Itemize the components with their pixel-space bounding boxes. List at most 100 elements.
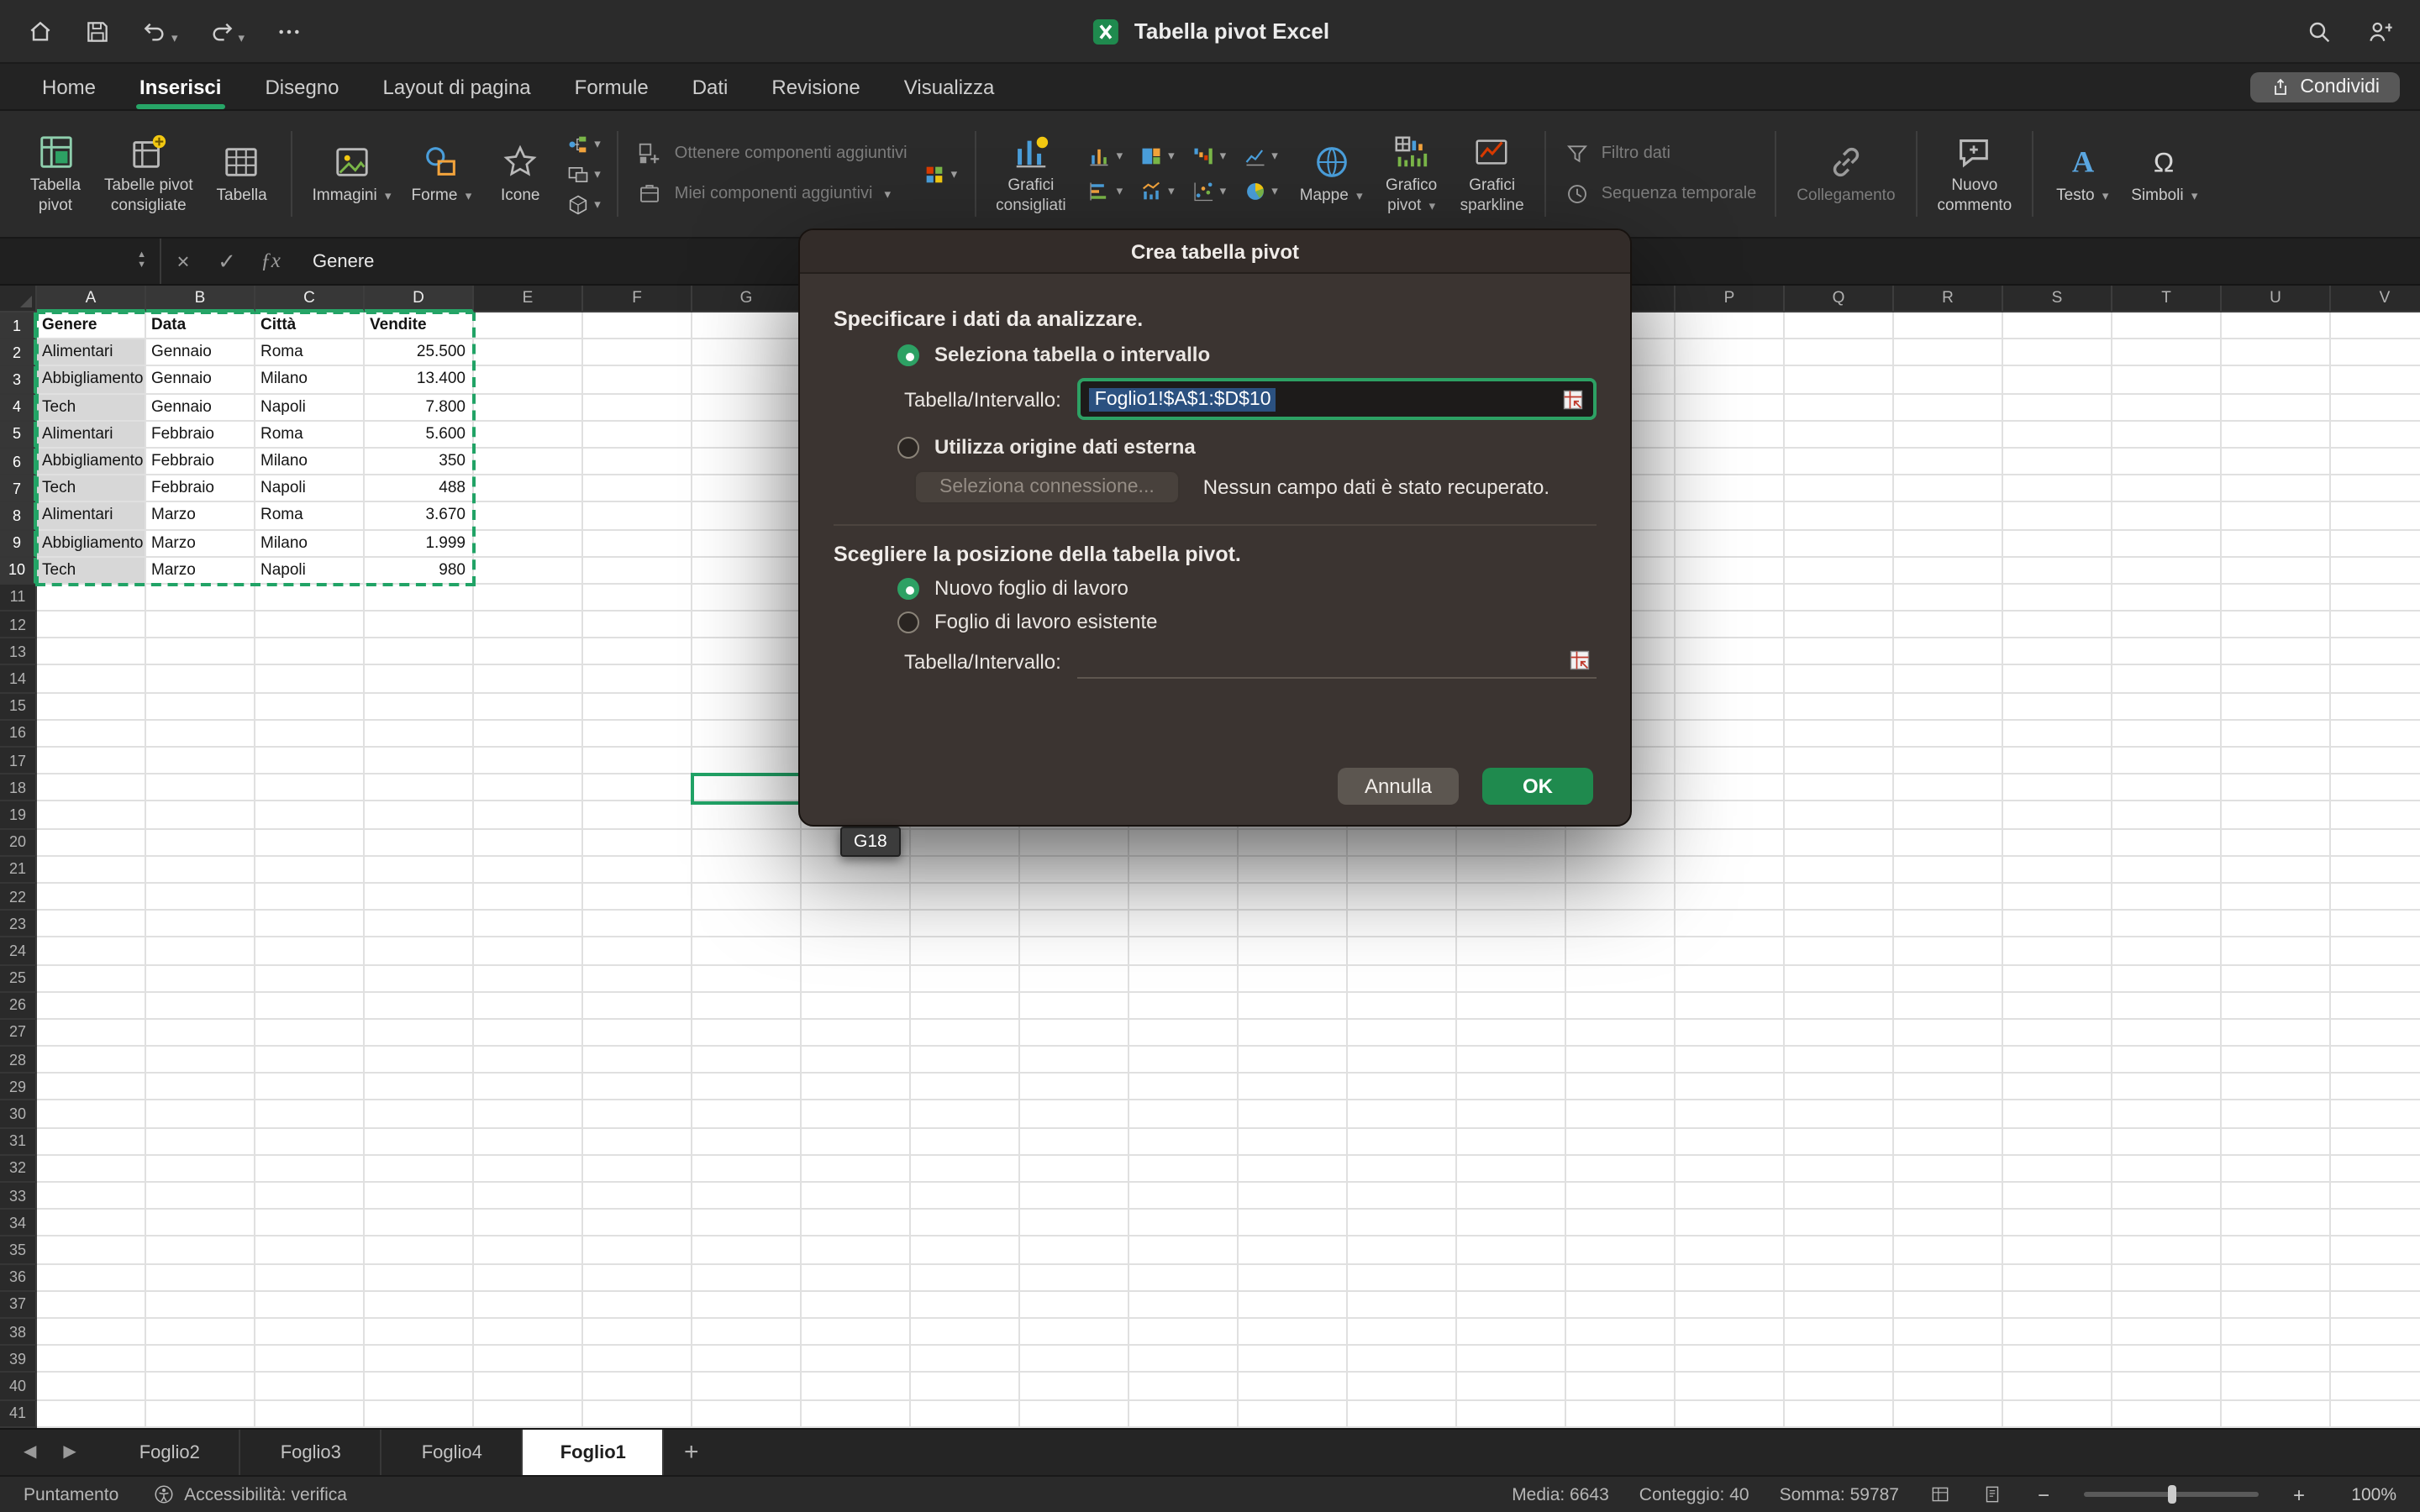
cell-s1[interactable]: [2003, 312, 2112, 339]
cell-k35[interactable]: [1129, 1237, 1239, 1264]
nuovo-commento-button[interactable]: Nuovocommento: [1929, 129, 2021, 218]
cell-f10[interactable]: [583, 557, 692, 584]
cell-v33[interactable]: [2331, 1183, 2420, 1210]
cell-a40[interactable]: [37, 1373, 146, 1400]
cell-s5[interactable]: [2003, 422, 2112, 449]
cell-p1[interactable]: [1676, 312, 1785, 339]
cell-g40[interactable]: [692, 1373, 802, 1400]
column-header-c[interactable]: C: [255, 286, 365, 312]
cell-a16[interactable]: [37, 721, 146, 748]
cell-d23[interactable]: [365, 911, 474, 937]
cell-b26[interactable]: [146, 992, 255, 1019]
cell-s3[interactable]: [2003, 367, 2112, 394]
cell-e32[interactable]: [474, 1156, 583, 1183]
cell-u23[interactable]: [2222, 911, 2331, 937]
cell-e23[interactable]: [474, 911, 583, 937]
cell-m26[interactable]: [1348, 992, 1457, 1019]
cell-g4[interactable]: [692, 394, 802, 421]
cell-g33[interactable]: [692, 1183, 802, 1210]
cell-g6[interactable]: [692, 449, 802, 475]
cell-t33[interactable]: [2112, 1183, 2222, 1210]
cell-h30[interactable]: [802, 1101, 911, 1128]
cell-q18[interactable]: [1785, 774, 1894, 801]
cell-s14[interactable]: [2003, 666, 2112, 693]
cell-m24[interactable]: [1348, 938, 1457, 965]
cell-u1[interactable]: [2222, 312, 2331, 339]
row-header-33[interactable]: 33: [0, 1183, 37, 1210]
cell-g27[interactable]: [692, 1020, 802, 1047]
cell-f25[interactable]: [583, 965, 692, 992]
cell-l37[interactable]: [1239, 1292, 1348, 1319]
cell-s11[interactable]: [2003, 585, 2112, 612]
forme-button[interactable]: Forme ▾: [403, 139, 481, 209]
cell-f40[interactable]: [583, 1373, 692, 1400]
cell-r29[interactable]: [1894, 1074, 2003, 1101]
cell-r16[interactable]: [1894, 721, 2003, 748]
row-header-35[interactable]: 35: [0, 1237, 37, 1264]
cell-s38[interactable]: [2003, 1319, 2112, 1346]
cell-f37[interactable]: [583, 1292, 692, 1319]
cell-b15[interactable]: [146, 693, 255, 720]
cell-d5[interactable]: 5.600: [365, 422, 474, 449]
cell-q1[interactable]: [1785, 312, 1894, 339]
waterfall-chart-button[interactable]: ▾: [1192, 144, 1227, 168]
cell-l29[interactable]: [1239, 1074, 1348, 1101]
save-icon[interactable]: [84, 18, 111, 45]
cell-c22[interactable]: [255, 884, 365, 911]
cell-r11[interactable]: [1894, 585, 2003, 612]
cell-d9[interactable]: 1.999: [365, 530, 474, 557]
cell-b17[interactable]: [146, 748, 255, 774]
cell-r14[interactable]: [1894, 666, 2003, 693]
cell-s41[interactable]: [2003, 1400, 2112, 1427]
cell-s30[interactable]: [2003, 1101, 2112, 1128]
column-header-s[interactable]: S: [2003, 286, 2112, 312]
cell-m33[interactable]: [1348, 1183, 1457, 1210]
row-header-15[interactable]: 15: [0, 693, 37, 720]
row-header-3[interactable]: 3: [0, 367, 37, 394]
select-connection-button[interactable]: Seleziona connessione...: [914, 470, 1180, 504]
cell-d14[interactable]: [365, 666, 474, 693]
cell-q2[interactable]: [1785, 339, 1894, 366]
cell-s37[interactable]: [2003, 1292, 2112, 1319]
cell-v10[interactable]: [2331, 557, 2420, 584]
row-header-25[interactable]: 25: [0, 965, 37, 992]
cell-f26[interactable]: [583, 992, 692, 1019]
cell-j22[interactable]: [1020, 884, 1129, 911]
cell-q40[interactable]: [1785, 1373, 1894, 1400]
tab-home[interactable]: Home: [42, 64, 96, 109]
row-header-28[interactable]: 28: [0, 1047, 37, 1074]
cell-c24[interactable]: [255, 938, 365, 965]
cell-v8[interactable]: [2331, 503, 2420, 530]
cell-h41[interactable]: [802, 1400, 911, 1427]
cell-b22[interactable]: [146, 884, 255, 911]
cell-q22[interactable]: [1785, 884, 1894, 911]
cell-v13[interactable]: [2331, 639, 2420, 666]
cell-n28[interactable]: [1457, 1047, 1566, 1074]
cell-f38[interactable]: [583, 1319, 692, 1346]
cell-l22[interactable]: [1239, 884, 1348, 911]
cell-b32[interactable]: [146, 1156, 255, 1183]
cell-n24[interactable]: [1457, 938, 1566, 965]
cell-l21[interactable]: [1239, 857, 1348, 884]
cell-b6[interactable]: Febbraio: [146, 449, 255, 475]
radio-select-table-range[interactable]: Seleziona tabella o intervallo: [897, 343, 1597, 366]
row-header-10[interactable]: 10: [0, 557, 37, 584]
cell-d13[interactable]: [365, 639, 474, 666]
cell-r37[interactable]: [1894, 1292, 2003, 1319]
cell-c20[interactable]: [255, 829, 365, 856]
cell-g31[interactable]: [692, 1128, 802, 1155]
cell-i24[interactable]: [911, 938, 1020, 965]
cell-u26[interactable]: [2222, 992, 2331, 1019]
cell-e1[interactable]: [474, 312, 583, 339]
cell-n29[interactable]: [1457, 1074, 1566, 1101]
cell-m21[interactable]: [1348, 857, 1457, 884]
cell-a41[interactable]: [37, 1400, 146, 1427]
cell-q29[interactable]: [1785, 1074, 1894, 1101]
cell-r22[interactable]: [1894, 884, 2003, 911]
cell-u18[interactable]: [2222, 774, 2331, 801]
cell-p14[interactable]: [1676, 666, 1785, 693]
cell-v21[interactable]: [2331, 857, 2420, 884]
cell-h26[interactable]: [802, 992, 911, 1019]
cell-f15[interactable]: [583, 693, 692, 720]
cell-l35[interactable]: [1239, 1237, 1348, 1264]
